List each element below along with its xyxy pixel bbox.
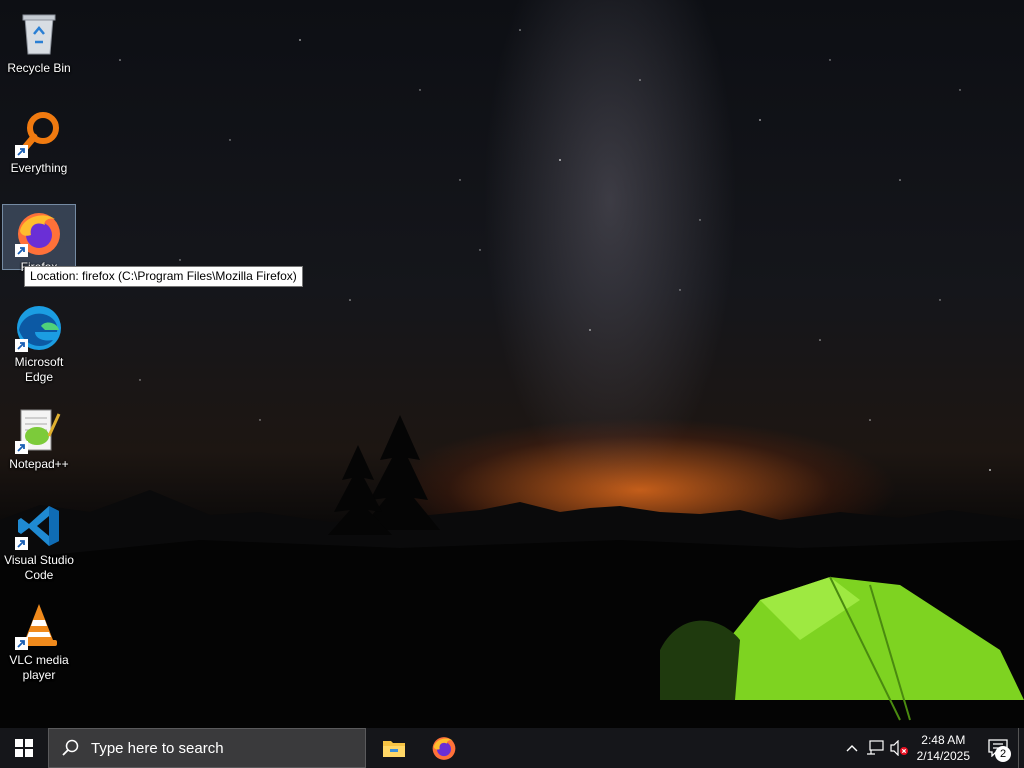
show-hidden-icons-button[interactable]	[841, 744, 863, 752]
taskbar-file-explorer[interactable]	[370, 728, 418, 768]
firefox-icon	[15, 209, 63, 257]
desktop-icon-everything[interactable]: Everything	[2, 106, 76, 176]
clock-time: 2:48 AM	[921, 733, 966, 747]
taskbar-firefox[interactable]	[420, 728, 468, 768]
shortcut-arrow-icon	[15, 637, 28, 650]
desktop-icon-visual-studio-code[interactable]: Visual Studio Code	[2, 498, 76, 583]
desktop-icon-vlc[interactable]: VLC media player	[2, 598, 76, 683]
notepad-plus-plus-icon	[15, 406, 63, 454]
taskbar-clock[interactable]: 2:48 AM 2/14/2025	[917, 732, 970, 764]
search-placeholder: Type here to search	[91, 739, 224, 757]
desktop-icon-microsoft-edge[interactable]: Microsoft Edge	[2, 300, 76, 385]
desktop-icon-label: Microsoft Edge	[14, 355, 64, 384]
desktop-icon-label: Recycle Bin	[7, 61, 71, 75]
shortcut-arrow-icon	[15, 441, 28, 454]
show-desktop-button[interactable]	[1018, 728, 1024, 768]
everything-search-icon	[15, 110, 63, 158]
file-explorer-icon	[383, 741, 405, 757]
desktop-icon-notepad-plus-plus[interactable]: Notepad++	[2, 402, 76, 472]
search-icon	[62, 739, 79, 756]
shortcut-arrow-icon	[15, 145, 28, 158]
desktop-icon-recycle-bin[interactable]: Recycle Bin	[2, 6, 76, 76]
windows-logo-icon	[15, 739, 33, 757]
start-button[interactable]	[0, 728, 48, 768]
desktop-icon-label: Everything	[10, 161, 68, 175]
shortcut-arrow-icon	[15, 339, 28, 352]
desktop-icon-label: Notepad++	[9, 457, 69, 471]
desktop-icon-label: VLC media player	[9, 653, 69, 682]
desktop-wallpaper	[0, 0, 1024, 728]
recycle-bin-icon	[15, 10, 63, 58]
network-icon	[866, 740, 884, 755]
clock-date: 2/14/2025	[916, 749, 970, 763]
wallpaper-scene	[0, 29, 1024, 728]
firefox-icon	[432, 737, 456, 760]
shortcut-arrow-icon	[15, 244, 28, 257]
edge-icon	[15, 304, 63, 352]
network-tray-button[interactable]	[863, 740, 887, 756]
desktop-icon-firefox[interactable]: Firefox	[2, 204, 76, 274]
vlc-icon	[15, 602, 63, 650]
desktop-icon-label: Visual Studio Code	[4, 553, 74, 582]
volume-muted-icon	[890, 740, 908, 756]
system-tray: 2:48 AM 2/14/2025 2	[841, 728, 1024, 768]
action-center-button[interactable]: 2	[978, 728, 1018, 768]
shortcut-arrow-icon	[15, 537, 28, 550]
vscode-icon	[15, 502, 63, 550]
notification-count-badge: 2	[995, 746, 1011, 762]
chevron-up-icon	[846, 745, 858, 752]
taskbar-search-box[interactable]: Type here to search	[48, 728, 366, 768]
taskbar: Type here to search 2:48 AM 2/14/2025 2	[0, 728, 1024, 768]
location-tooltip: Location: firefox (C:\Program Files\Mozi…	[24, 266, 303, 287]
volume-tray-button[interactable]	[887, 740, 911, 756]
